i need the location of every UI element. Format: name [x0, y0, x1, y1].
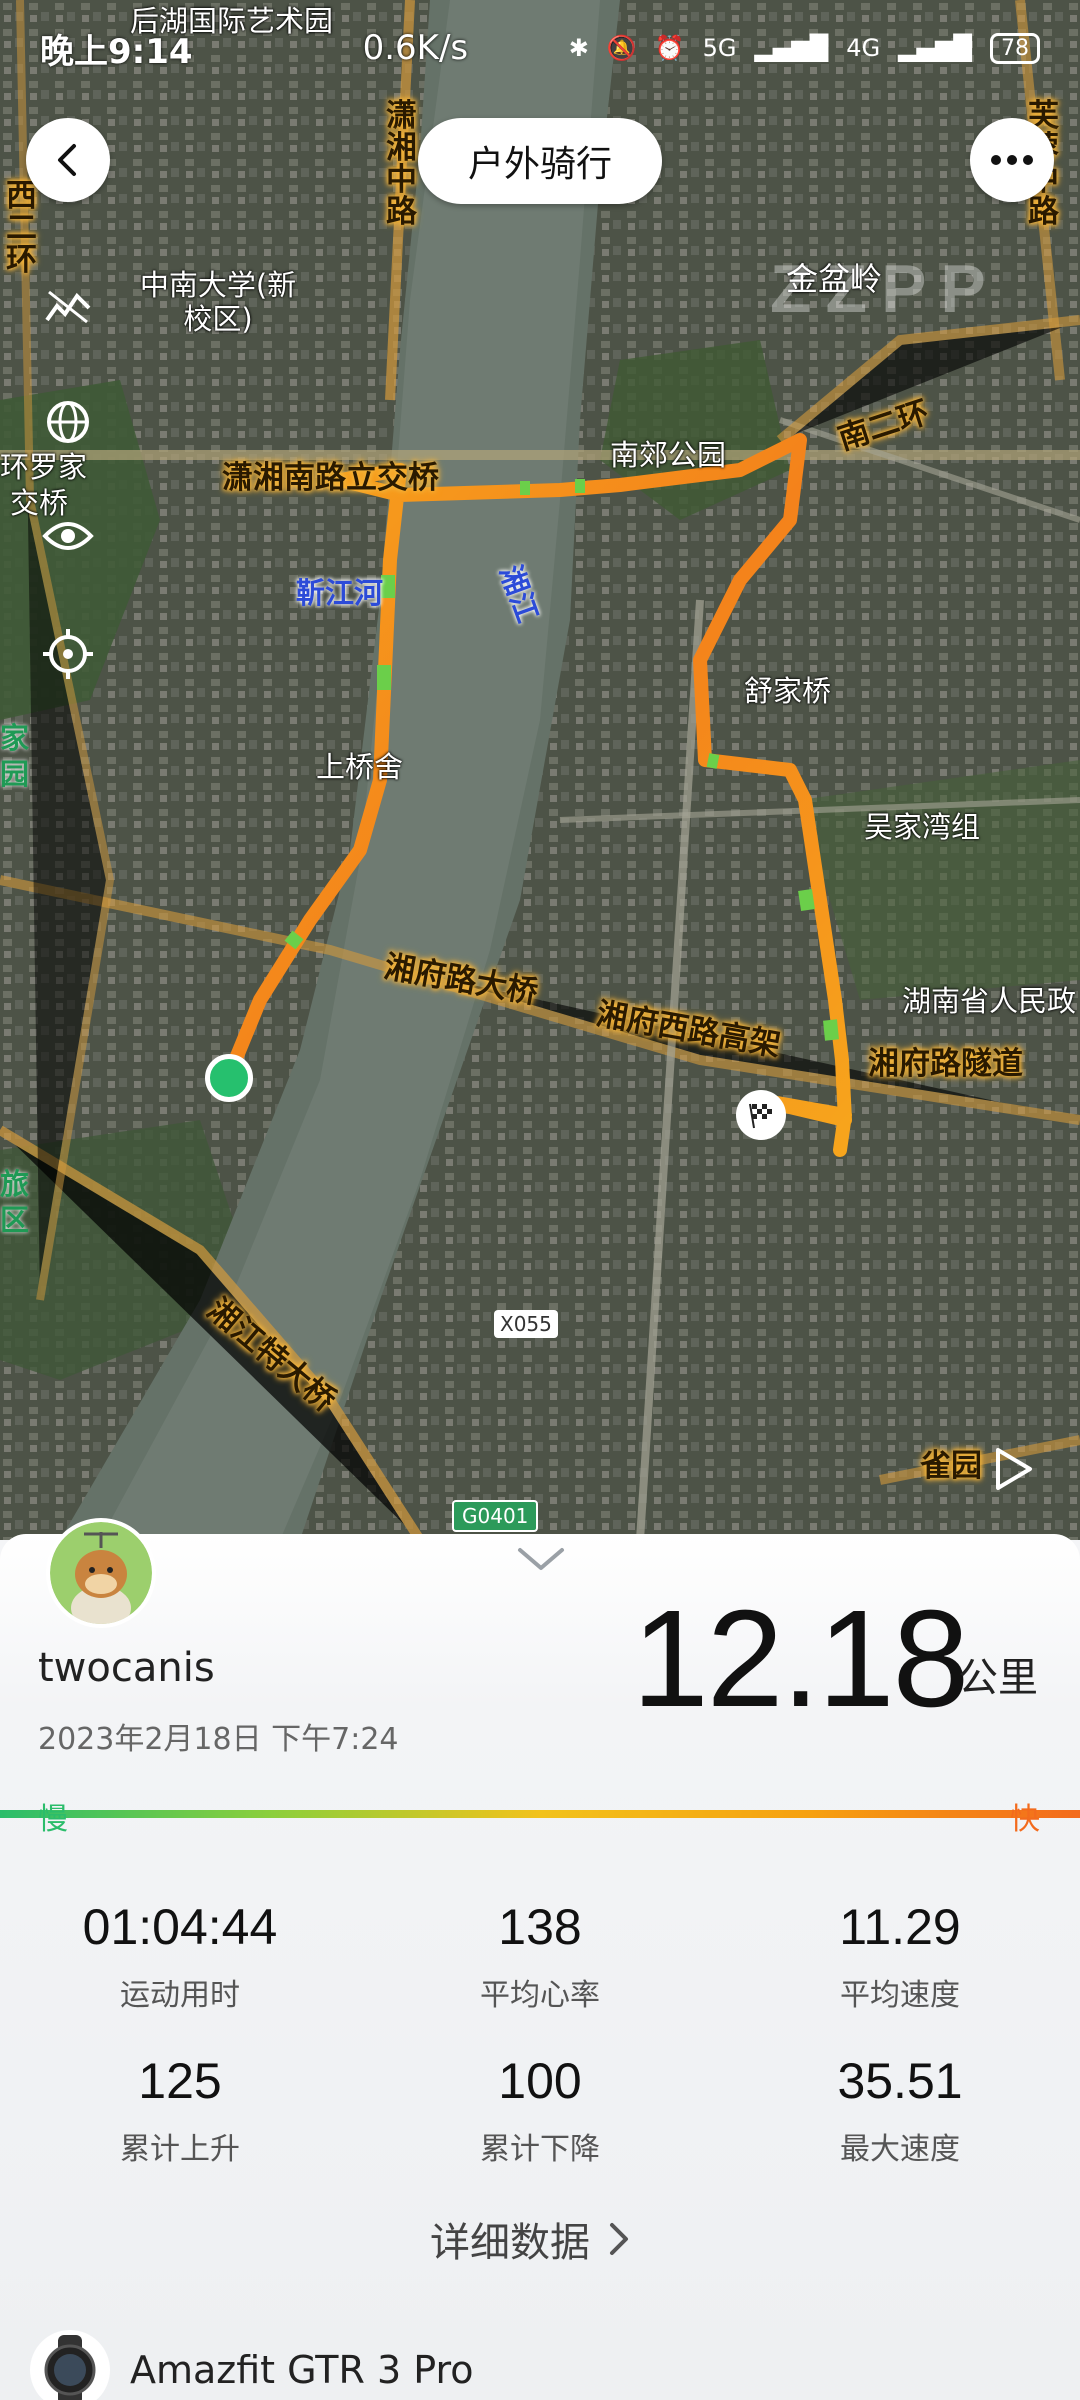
detail-data-label: 详细数据: [430, 2220, 590, 2266]
stat-label: 平均心率: [480, 1978, 600, 2013]
map-label: 吴家湾组: [864, 810, 981, 844]
finish-flag-icon: [736, 1090, 786, 1140]
chevron-left-icon: [58, 144, 76, 176]
stat-label: 累计下降: [480, 2132, 600, 2167]
eye-icon[interactable]: [40, 508, 96, 564]
map-label: 旅区: [0, 1167, 30, 1237]
map-label: 南郊公园: [610, 438, 727, 472]
speed-legend-bar: [0, 1810, 1080, 1818]
play-icon[interactable]: [990, 1446, 1036, 1492]
more-button[interactable]: [970, 118, 1054, 202]
road-badge: G0401: [452, 1500, 539, 1532]
map-label: 湖南省人民政: [902, 984, 1077, 1018]
signal-icon: ▂▄▆█: [754, 34, 829, 62]
avatar[interactable]: [46, 1518, 156, 1628]
alarm-icon: ⏰: [654, 34, 685, 62]
stat-label: 最大速度: [840, 2132, 960, 2167]
stat-avg-heart-rate: 138 平均心率: [390, 1898, 690, 2014]
map-background: [0, 0, 1080, 1540]
more-dots-icon: [991, 155, 1033, 165]
stat-value: 100: [498, 2053, 582, 2109]
distance-unit: 公里: [958, 1655, 1038, 1701]
device-row[interactable]: Amazfit GTR 3 Pro: [30, 2330, 473, 2400]
speed-fast-label: 快: [1010, 1802, 1040, 1837]
stat-value: 35.51: [837, 2053, 963, 2109]
stat-duration: 01:04:44 运动用时: [30, 1898, 330, 2014]
stat-ascent: 125 累计上升: [30, 2052, 330, 2168]
watch-icon: [30, 2330, 110, 2400]
map-label: 上桥舍: [316, 750, 404, 784]
activity-type-title: 户外骑行: [418, 118, 662, 204]
map-label: 西二环: [6, 178, 37, 278]
status-bar: 晚上9:14 0.6K/s ✱ 🔕 ⏰ 5G ▂▄▆█ 4G ▂▄▆█ 78: [0, 18, 1080, 78]
stat-value: 01:04:44: [82, 1899, 278, 1955]
stat-value: 125: [138, 2053, 222, 2109]
road-label: 湘府路隧道: [868, 1046, 1023, 1082]
map-label: 中南大学(新校区): [139, 268, 297, 336]
bluetooth-icon: ✱: [568, 34, 589, 62]
map-label: 雀园: [920, 1448, 982, 1484]
road-badge: X055: [494, 1310, 558, 1338]
collapse-chevron-icon[interactable]: [516, 1546, 566, 1578]
stat-max-speed: 35.51 最大速度: [750, 2052, 1050, 2168]
stat-value: 11.29: [839, 1899, 961, 1955]
globe-icon[interactable]: [40, 394, 96, 450]
distance-value: 12.18: [632, 1582, 969, 1736]
status-time: 晚上9:14: [40, 31, 193, 72]
battery-level: 78: [990, 32, 1040, 64]
watermark: ZZPP: [770, 251, 1000, 327]
username: twocanis: [38, 1645, 215, 1691]
stat-value: 138: [498, 1899, 582, 1955]
map-view[interactable]: 后湖国际艺术园 中南大学(新校区) 金盆岭 南郊公园 舒家桥 上桥舍 吴家湾组 …: [0, 0, 1080, 1540]
start-marker: [205, 1054, 253, 1102]
device-name: Amazfit GTR 3 Pro: [130, 2348, 474, 2392]
locate-icon[interactable]: [40, 626, 96, 682]
status-net-speed: 0.6K/s: [362, 28, 469, 68]
stat-label: 平均速度: [840, 1978, 960, 2013]
stat-descent: 100 累计下降: [390, 2052, 690, 2168]
signal-4g: 4G: [846, 34, 881, 62]
detail-data-link[interactable]: 详细数据: [430, 2210, 630, 2268]
back-button[interactable]: [26, 118, 110, 202]
satellite-off-icon[interactable]: [40, 278, 96, 334]
stat-label: 累计上升: [120, 2132, 240, 2167]
road-label: 潇湘南路立交桥: [222, 460, 439, 496]
mute-icon: 🔕: [606, 34, 637, 62]
map-label: 舒家桥: [744, 674, 832, 708]
stat-label: 运动用时: [120, 1978, 240, 2013]
stat-avg-speed: 11.29 平均速度: [750, 1898, 1050, 2014]
signal-5g: 5G: [702, 34, 737, 62]
chevron-right-icon: [610, 2223, 628, 2255]
map-label: 家园: [0, 721, 30, 791]
activity-date: 2023年2月18日 下午7:24: [38, 1722, 399, 1757]
signal-icon: ▂▄▆█: [898, 34, 972, 62]
water-label: 靳江河: [296, 576, 384, 610]
speed-slow-label: 慢: [38, 1802, 68, 1837]
